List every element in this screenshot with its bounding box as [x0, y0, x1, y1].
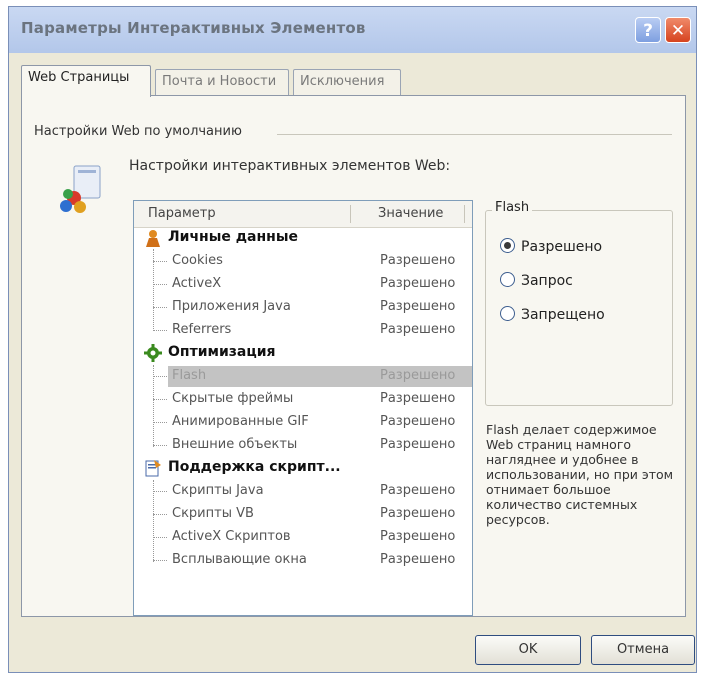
- tree-branch: [153, 422, 167, 423]
- row-name: Внешние объекты: [172, 437, 298, 452]
- row-value: Разрешено: [380, 253, 456, 268]
- cancel-button[interactable]: Отмена: [591, 635, 695, 665]
- help-button[interactable]: ?: [635, 17, 661, 43]
- tree-branch: [153, 514, 167, 515]
- tree-branch: [153, 399, 167, 400]
- flash-description: Flash делает содержимое Web страниц намн…: [486, 422, 674, 527]
- tree-branch: [153, 491, 167, 492]
- radio-label: Разрешено: [521, 239, 603, 255]
- tree-branch: [153, 307, 167, 308]
- row-value: Разрешено: [380, 552, 456, 567]
- ok-button[interactable]: OK: [475, 635, 581, 665]
- row-name: Referrers: [172, 322, 232, 337]
- tree-row-popups[interactable]: Всплывающие окна Разрешено: [134, 549, 472, 572]
- tree-row-vb-scripts[interactable]: Скрипты VB Разрешено: [134, 503, 472, 526]
- flash-group-title: Flash: [492, 200, 533, 215]
- radio-deny[interactable]: Запрещено: [500, 306, 605, 323]
- tree-row-flash[interactable]: Flash Разрешено: [134, 365, 472, 388]
- tab-panel: Настройки Web по умолчанию Настройки инт…: [21, 95, 686, 617]
- tree-row-hidden-frames[interactable]: Скрытые фреймы Разрешено: [134, 388, 472, 411]
- group-label: Настройки Web по умолчанию: [34, 124, 248, 139]
- column-separator[interactable]: [464, 205, 465, 223]
- close-button[interactable]: ✕: [665, 17, 691, 43]
- settings-caption: Настройки интерактивных элементов Web:: [129, 158, 451, 174]
- row-value: Разрешено: [380, 276, 456, 291]
- tree-row-referrers[interactable]: Referrers Разрешено: [134, 319, 472, 342]
- components-icon: [60, 165, 101, 213]
- column-header-value[interactable]: Значение: [378, 206, 443, 221]
- row-name: Скрипты Java: [172, 483, 264, 498]
- tree-branch: [153, 560, 167, 561]
- title-bar[interactable]: Параметры Интерактивных Элементов ? ✕: [9, 7, 696, 53]
- settings-tree[interactable]: Параметр Значение Личные данные Cookies …: [133, 200, 473, 616]
- row-value: Разрешено: [380, 437, 456, 452]
- help-icon: ?: [643, 21, 653, 41]
- radio-label: Запрещено: [521, 307, 605, 323]
- tree-branch: [153, 284, 167, 285]
- tree-row-java-scripts[interactable]: Скрипты Java Разрешено: [134, 480, 472, 503]
- tree-group-optimization[interactable]: Оптимизация: [134, 342, 472, 365]
- script-icon: [145, 460, 161, 477]
- tree-row-external-objects[interactable]: Внешние объекты Разрешено: [134, 434, 472, 457]
- column-separator[interactable]: [350, 205, 351, 223]
- tree-row-cookies[interactable]: Cookies Разрешено: [134, 250, 472, 273]
- tab-mail-news[interactable]: Почта и Новости: [155, 69, 289, 95]
- settings-dialog: Параметры Интерактивных Элементов ? ✕ We…: [8, 6, 697, 673]
- tree-branch: [153, 537, 167, 538]
- tree-branch: [153, 330, 167, 331]
- tree-group-personal[interactable]: Личные данные: [134, 227, 472, 250]
- tree-branch: [153, 445, 167, 446]
- row-value: Разрешено: [380, 506, 456, 521]
- group-divider: [277, 134, 672, 135]
- row-name: Cookies: [172, 253, 223, 268]
- radio-unchecked-icon[interactable]: [500, 272, 515, 287]
- row-value: Разрешено: [380, 483, 456, 498]
- tree-row-animated-gif[interactable]: Анимированные GIF Разрешено: [134, 411, 472, 434]
- radio-label: Запрос: [521, 273, 573, 289]
- tree-header: Параметр Значение: [134, 201, 472, 228]
- row-name: Скрипты VB: [172, 506, 254, 521]
- close-icon: ✕: [670, 21, 686, 41]
- radio-ask[interactable]: Запрос: [500, 272, 573, 289]
- gear-icon: [144, 344, 162, 362]
- radio-checked-icon[interactable]: [500, 238, 515, 253]
- tree-row-activex[interactable]: ActiveX Разрешено: [134, 273, 472, 296]
- row-value: Разрешено: [380, 368, 456, 383]
- tree-group-label: Оптимизация: [168, 344, 276, 360]
- row-value: Разрешено: [380, 391, 456, 406]
- row-name: Приложения Java: [172, 299, 291, 314]
- row-name: Flash: [172, 368, 207, 383]
- row-value: Разрешено: [380, 299, 456, 314]
- tree-branch: [153, 261, 167, 262]
- tab-web-pages[interactable]: Web Страницы: [21, 65, 151, 97]
- tree-row-java-apps[interactable]: Приложения Java Разрешено: [134, 296, 472, 319]
- radio-unchecked-icon[interactable]: [500, 306, 515, 321]
- tree-row-activex-scripts[interactable]: ActiveX Скриптов Разрешено: [134, 526, 472, 549]
- tab-exceptions[interactable]: Исключения: [293, 69, 401, 95]
- column-header-parameter[interactable]: Параметр: [148, 206, 216, 221]
- tree-group-scripts[interactable]: Поддержка скрипт...: [134, 457, 472, 480]
- row-name: Всплывающие окна: [172, 552, 307, 567]
- tree-branch: [153, 376, 167, 377]
- tree-group-label: Личные данные: [168, 229, 299, 245]
- row-name: ActiveX: [172, 276, 222, 291]
- row-name: ActiveX Скриптов: [172, 529, 291, 544]
- radio-allow[interactable]: Разрешено: [500, 238, 602, 255]
- window-title: Параметры Интерактивных Элементов: [21, 19, 366, 37]
- row-value: Разрешено: [380, 414, 456, 429]
- row-name: Анимированные GIF: [172, 414, 309, 429]
- row-value: Разрешено: [380, 322, 456, 337]
- tree-group-label: Поддержка скрипт...: [168, 459, 341, 475]
- row-value: Разрешено: [380, 529, 456, 544]
- person-icon: [146, 230, 160, 247]
- row-name: Скрытые фреймы: [172, 391, 294, 406]
